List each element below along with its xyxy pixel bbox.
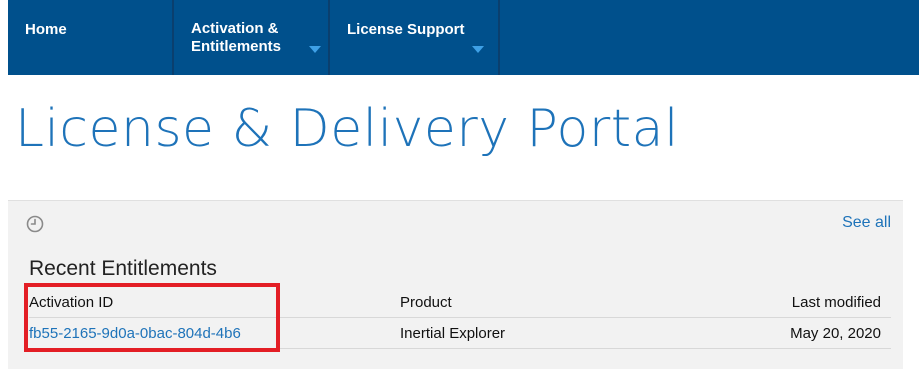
column-header-activation-id: Activation ID bbox=[29, 294, 114, 311]
page-title: License & Delivery Portal bbox=[15, 99, 679, 159]
top-navigation: Home Activation & Entitlements License S… bbox=[8, 0, 919, 75]
nav-license-support-label: License Support bbox=[347, 21, 465, 38]
product-cell: Inertial Explorer bbox=[400, 325, 506, 342]
table-header-row: Activation ID Product Last modified bbox=[29, 289, 891, 318]
see-all-link[interactable]: See all bbox=[842, 214, 891, 232]
nav-home-label: Home bbox=[25, 21, 67, 38]
chevron-down-icon bbox=[472, 46, 484, 53]
column-header-last-modified: Last modified bbox=[791, 294, 881, 311]
section-title: Recent Entitlements bbox=[29, 257, 217, 280]
nav-activation-entitlements[interactable]: Activation & Entitlements bbox=[174, 0, 328, 75]
activation-id-link[interactable]: fb55-2165-9d0a-0bac-804d-4b6 bbox=[29, 325, 241, 342]
last-modified-cell: May 20, 2020 bbox=[790, 325, 881, 342]
nav-activation-label-line1: Activation & bbox=[191, 20, 279, 37]
chevron-down-icon bbox=[309, 46, 321, 53]
entitlements-table: Activation ID Product Last modified fb55… bbox=[29, 289, 891, 349]
nav-home[interactable]: Home bbox=[8, 0, 172, 75]
recent-entitlements-panel: See all Recent Entitlements Activation I… bbox=[8, 200, 903, 369]
clock-icon bbox=[26, 215, 44, 233]
nav-activation-label-line2: Entitlements bbox=[191, 38, 282, 55]
nav-divider bbox=[498, 0, 500, 75]
table-row: fb55-2165-9d0a-0bac-804d-4b6 Inertial Ex… bbox=[29, 318, 891, 349]
column-header-product: Product bbox=[400, 294, 452, 311]
nav-license-support[interactable]: License Support bbox=[330, 0, 498, 75]
